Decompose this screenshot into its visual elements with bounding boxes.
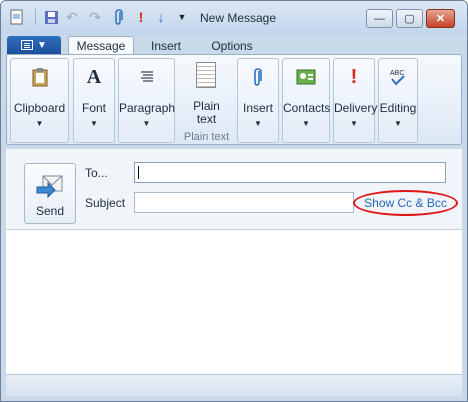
close-icon: ✕ <box>435 13 446 25</box>
status-bar <box>6 374 462 396</box>
chevron-down-icon: ▼ <box>302 119 310 128</box>
tab-insert[interactable]: Insert <box>141 36 191 55</box>
send-label: Send <box>35 204 65 218</box>
minimize-icon: — <box>374 12 385 25</box>
svg-text:ABC: ABC <box>390 70 404 77</box>
subject-label: Subject <box>85 196 126 210</box>
new-message-window: ↶ ↷ ! ↓ ▼ New Message — ▢ ✕ ▼ Message In… <box>0 0 468 402</box>
spelling-icon: ABC <box>388 66 408 88</box>
ribbon: Clipboard ▼ A Font ▼ Paragraph ▼ Plain t… <box>6 54 462 145</box>
to-button[interactable]: To... <box>85 166 108 180</box>
qat-separator <box>35 9 36 25</box>
paragraph-label: Paragraph <box>119 101 176 115</box>
tab-message[interactable]: Message <box>68 36 134 55</box>
new-message-icon[interactable] <box>9 9 25 25</box>
ribbon-tabs: ▼ Message Insert Options <box>1 35 467 55</box>
plain-text-group-label: Plain text <box>183 131 230 143</box>
font-icon: A <box>86 65 102 88</box>
attach-icon <box>248 66 268 88</box>
font-button[interactable]: A Font ▼ <box>73 58 115 143</box>
high-importance-icon: ! <box>350 65 358 88</box>
chevron-down-icon: ▼ <box>254 119 262 128</box>
chevron-down-icon: ▼ <box>90 119 98 128</box>
plain-text-icon <box>196 62 216 88</box>
to-field[interactable] <box>134 162 446 183</box>
insert-button[interactable]: Insert ▼ <box>237 58 279 143</box>
file-menu-icon <box>21 40 34 50</box>
chevron-down-icon: ▼ <box>350 119 358 128</box>
tab-options[interactable]: Options <box>201 36 263 55</box>
clipboard-label: Clipboard <box>13 101 66 115</box>
contacts-button[interactable]: Contacts ▼ <box>282 58 330 143</box>
contacts-label: Contacts <box>283 101 331 115</box>
title-bar: ↶ ↷ ! ↓ ▼ New Message — ▢ ✕ <box>1 1 467 35</box>
save-icon[interactable] <box>43 9 59 25</box>
subject-field[interactable] <box>134 192 354 213</box>
chevron-down-icon: ▼ <box>142 119 151 128</box>
delivery-button[interactable]: ! Delivery ▼ <box>333 58 378 143</box>
chevron-down-icon: ▼ <box>35 119 44 128</box>
paragraph-button[interactable]: Paragraph ▼ <box>118 58 175 143</box>
plain-text-button[interactable]: Plain text Plain text <box>178 58 235 143</box>
undo-icon[interactable]: ↶ <box>64 9 80 25</box>
insert-label: Insert <box>242 101 273 115</box>
editing-button[interactable]: ABC Editing ▼ <box>378 58 418 143</box>
clipboard-button[interactable]: Clipboard ▼ <box>10 58 69 143</box>
high-importance-icon[interactable]: ! <box>133 9 149 25</box>
editing-label: Editing <box>379 101 417 115</box>
send-icon <box>36 174 64 199</box>
font-label: Font <box>81 101 106 115</box>
contacts-icon <box>296 66 316 88</box>
chevron-down-icon: ▼ <box>394 119 402 128</box>
window-title: New Message <box>200 11 277 25</box>
attach-icon[interactable] <box>111 9 127 25</box>
customize-icon[interactable]: ▼ <box>174 9 190 25</box>
maximize-button[interactable]: ▢ <box>396 9 423 28</box>
low-importance-icon[interactable]: ↓ <box>153 9 169 25</box>
maximize-icon: ▢ <box>404 13 415 25</box>
chevron-down-icon: ▼ <box>37 39 47 51</box>
minimize-button[interactable]: — <box>366 9 393 28</box>
redo-icon[interactable]: ↷ <box>87 9 103 25</box>
plain-text-label: Plain text <box>193 99 220 126</box>
show-cc-bcc-link[interactable]: Show Cc & Bcc <box>353 190 458 216</box>
compose-header: Send <box>6 148 462 229</box>
file-menu-button[interactable]: ▼ <box>7 36 61 54</box>
send-button[interactable]: Send <box>24 163 76 224</box>
paragraph-icon <box>137 66 157 88</box>
close-button[interactable]: ✕ <box>426 9 455 28</box>
delivery-label: Delivery <box>334 101 378 115</box>
message-body[interactable] <box>6 229 462 374</box>
clipboard-icon <box>30 66 50 88</box>
